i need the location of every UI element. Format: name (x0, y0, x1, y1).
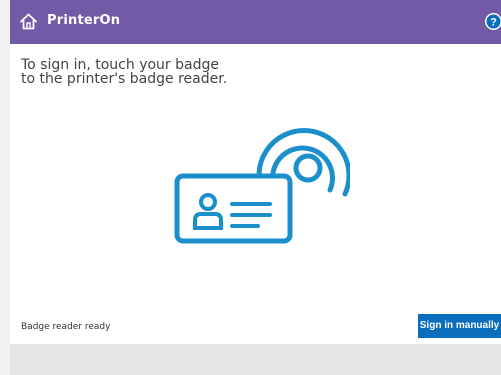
help-icon-glyph: ? (490, 17, 497, 29)
instruction-line: To sign in, touch your badge (21, 57, 219, 73)
left-edge-strip (0, 0, 10, 375)
instruction-line: to the printer's badge reader. (21, 71, 228, 87)
home-icon[interactable] (19, 12, 38, 31)
footer-bar (10, 344, 501, 375)
help-icon[interactable]: ? (484, 12, 501, 31)
app-header: PrinterOn ? (10, 0, 501, 44)
sign-in-instruction: To sign in, touch your badge to the prin… (21, 58, 281, 86)
app-title: PrinterOn (47, 13, 121, 28)
badge-reader-status: Badge reader ready (21, 322, 111, 332)
sign-in-manually-button[interactable]: Sign in manually (418, 314, 501, 338)
badge-reader-icon (170, 124, 352, 246)
